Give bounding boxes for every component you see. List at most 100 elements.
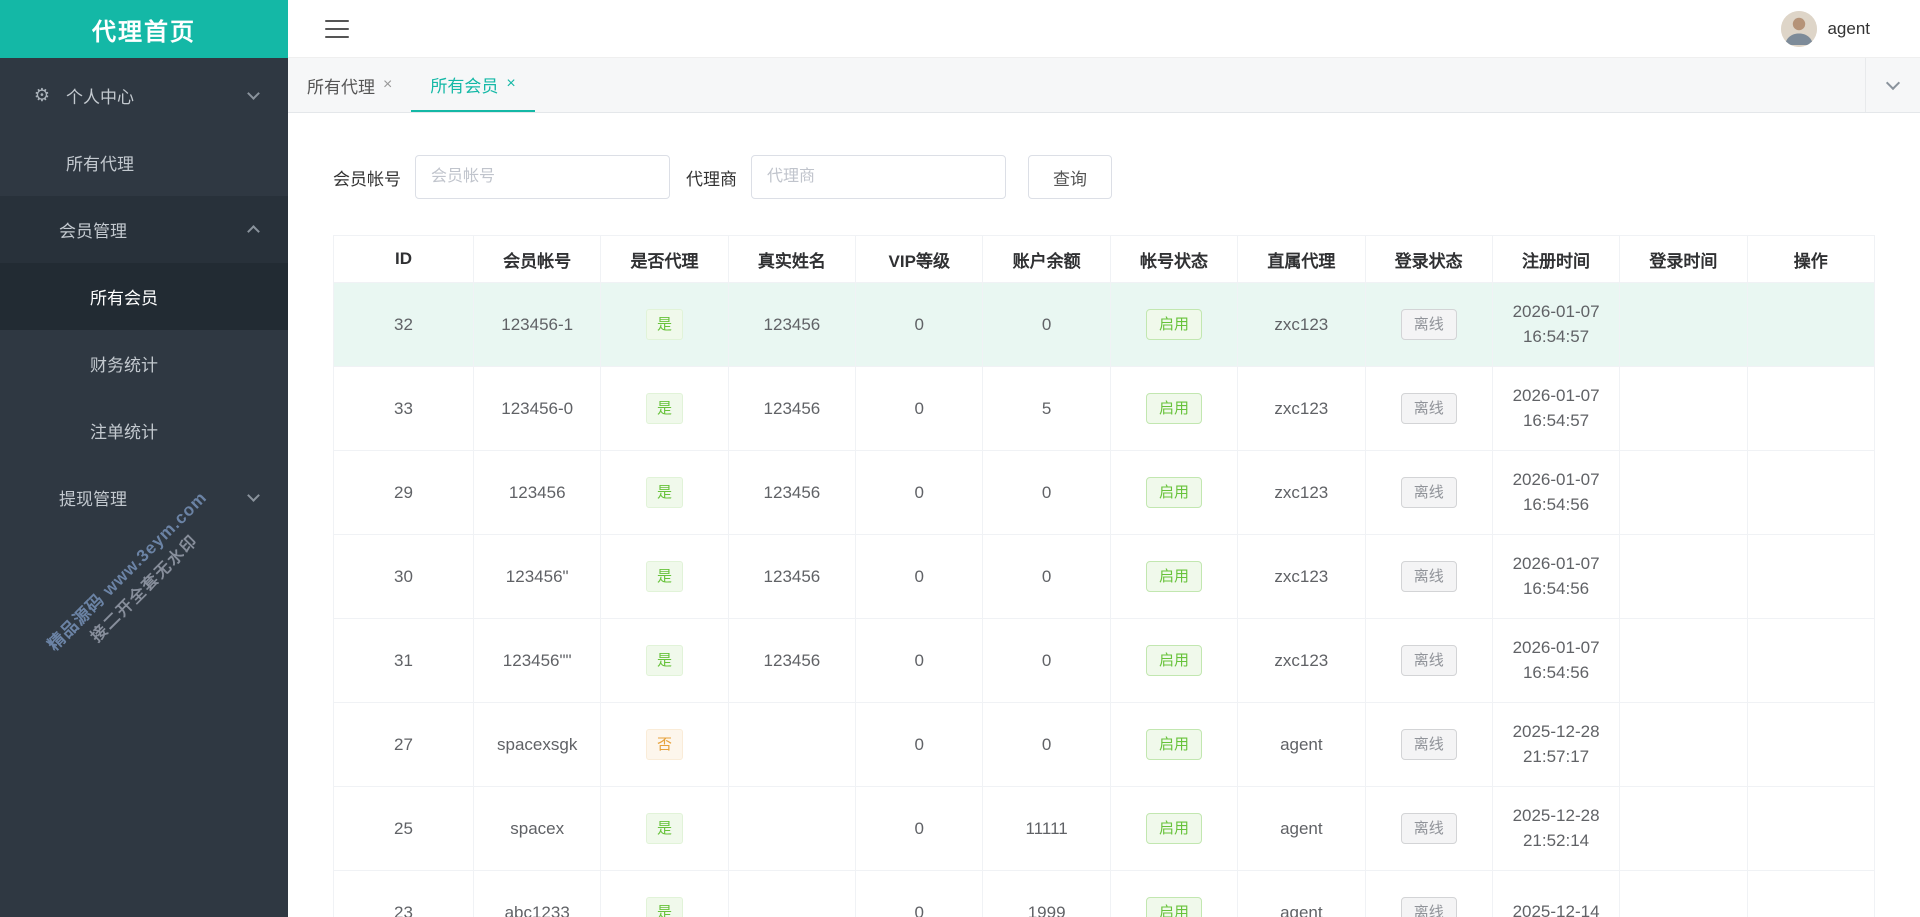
account-status-badge: 启用 (1146, 393, 1202, 425)
login-status-badge: 离线 (1401, 729, 1457, 761)
column-header: 会员帐号 (474, 236, 601, 283)
cell-account: spacexsgk (474, 703, 601, 787)
cell-login-status: 离线 (1365, 367, 1492, 451)
tab-all-agents[interactable]: 所有代理 × (288, 58, 411, 112)
cell-parent-agent: zxc123 (1238, 619, 1365, 703)
app-logo-title: 代理首页 (0, 0, 288, 58)
cell-login-time (1620, 367, 1747, 451)
cell-id: 33 (334, 367, 474, 451)
table-row[interactable]: 32123456-1是12345600启用zxc123离线2026-01-071… (334, 283, 1875, 367)
close-icon[interactable]: × (383, 76, 392, 94)
cell-actions (1747, 535, 1874, 619)
cell-id: 31 (334, 619, 474, 703)
sidebar-item-all-members[interactable]: 所有会员 (0, 263, 288, 330)
column-header: 账户余额 (983, 236, 1110, 283)
cell-login-time (1620, 535, 1747, 619)
member-table: ID会员帐号是否代理真实姓名VIP等级账户余额帐号状态直属代理登录状态注册时间登… (333, 235, 1875, 917)
sidebar-item-personal-center[interactable]: ⚙ 个人中心 (0, 62, 288, 129)
tab-label: 所有会员 (430, 72, 498, 97)
search-button[interactable]: 查询 (1028, 155, 1112, 199)
tab-bar: 所有代理 × 所有会员 × (288, 58, 1920, 113)
tabs-dropdown-button[interactable] (1865, 58, 1920, 112)
cell-real-name (728, 871, 855, 917)
cell-account: 123456"" (474, 619, 601, 703)
table-row[interactable]: 33123456-0是12345605启用zxc123离线2026-01-071… (334, 367, 1875, 451)
cell-login-status: 离线 (1365, 451, 1492, 535)
chevron-down-icon (247, 87, 260, 100)
table-row[interactable]: 25spacex是011111启用agent离线2025-12-2821:52:… (334, 787, 1875, 871)
main-area: agent 所有代理 × 所有会员 × 会员帐号 代理商 查询 (288, 0, 1920, 917)
is-agent-badge: 是 (646, 309, 683, 341)
sidebar-item-member-management[interactable]: 会员管理 (0, 196, 288, 263)
table-row[interactable]: 27spacexsgk否00启用agent离线2025-12-2821:57:1… (334, 703, 1875, 787)
cell-actions (1747, 787, 1874, 871)
cell-actions (1747, 703, 1874, 787)
login-status-badge: 离线 (1401, 645, 1457, 677)
cell-account: spacex (474, 787, 601, 871)
cell-real-name: 123456 (728, 367, 855, 451)
cell-register-time: 2026-01-0716:54:56 (1492, 619, 1619, 703)
table-row[interactable]: 31123456""是12345600启用zxc123离线2026-01-071… (334, 619, 1875, 703)
column-header: 登录状态 (1365, 236, 1492, 283)
cell-login-status: 离线 (1365, 787, 1492, 871)
login-status-badge: 离线 (1401, 477, 1457, 509)
cell-login-time (1620, 703, 1747, 787)
cell-id: 29 (334, 451, 474, 535)
sidebar-item-label: 个人中心 (66, 83, 134, 108)
account-status-badge: 启用 (1146, 561, 1202, 593)
sidebar-nav: ⚙ 个人中心 所有代理 会员管理 所有会员 财务统计 注单统计 提现管理 (0, 58, 288, 531)
sidebar-item-all-agents[interactable]: 所有代理 (0, 129, 288, 196)
sidebar: 代理首页 ⚙ 个人中心 所有代理 会员管理 所有会员 财务统计 注单统计 (0, 0, 288, 917)
cell-parent-agent: zxc123 (1238, 451, 1365, 535)
cell-account-status: 启用 (1110, 871, 1237, 917)
cell-real-name: 123456 (728, 619, 855, 703)
cell-account-status: 启用 (1110, 535, 1237, 619)
cell-login-status: 离线 (1365, 535, 1492, 619)
gear-icon: ⚙ (32, 86, 52, 106)
menu-toggle-icon[interactable] (325, 20, 349, 38)
cell-real-name: 123456 (728, 283, 855, 367)
cell-vip-level: 0 (856, 535, 983, 619)
cell-register-time: 2026-01-0716:54:57 (1492, 367, 1619, 451)
avatar[interactable] (1781, 11, 1817, 47)
cell-vip-level: 0 (856, 451, 983, 535)
cell-parent-agent: zxc123 (1238, 283, 1365, 367)
cell-actions (1747, 283, 1874, 367)
cell-account-status: 启用 (1110, 283, 1237, 367)
cell-account: abc1233 (474, 871, 601, 917)
cell-login-status: 离线 (1365, 283, 1492, 367)
column-header: 帐号状态 (1110, 236, 1237, 283)
cell-parent-agent: zxc123 (1238, 535, 1365, 619)
close-icon[interactable]: × (506, 75, 515, 93)
cell-id: 27 (334, 703, 474, 787)
app-root: 代理首页 ⚙ 个人中心 所有代理 会员管理 所有会员 财务统计 注单统计 (0, 0, 1920, 917)
cell-is-agent: 是 (601, 535, 728, 619)
cell-account-status: 启用 (1110, 619, 1237, 703)
sidebar-item-finance-stats[interactable]: 财务统计 (0, 330, 288, 397)
tab-all-members[interactable]: 所有会员 × (411, 58, 534, 112)
filter-bar: 会员帐号 代理商 查询 (333, 155, 1875, 199)
is-agent-badge: 是 (646, 477, 683, 509)
cell-vip-level: 0 (856, 787, 983, 871)
table-row[interactable]: 23abc1233是01999启用agent离线2025-12-14 (334, 871, 1875, 917)
cell-login-status: 离线 (1365, 871, 1492, 917)
cell-register-time: 2025-12-2821:57:17 (1492, 703, 1619, 787)
cell-vip-level: 0 (856, 871, 983, 917)
sidebar-item-withdraw-management[interactable]: 提现管理 (0, 464, 288, 531)
agent-input[interactable] (751, 155, 1006, 199)
cell-login-time (1620, 283, 1747, 367)
table-row[interactable]: 29123456是12345600启用zxc123离线2026-01-0716:… (334, 451, 1875, 535)
tab-label: 所有代理 (307, 73, 375, 98)
username-label: agent (1827, 19, 1870, 39)
table-row[interactable]: 30123456"是12345600启用zxc123离线2026-01-0716… (334, 535, 1875, 619)
login-status-badge: 离线 (1401, 393, 1457, 425)
user-menu[interactable]: agent (1781, 11, 1870, 47)
cell-vip-level: 0 (856, 367, 983, 451)
cell-real-name (728, 787, 855, 871)
sidebar-item-bet-stats[interactable]: 注单统计 (0, 397, 288, 464)
chevron-up-icon (247, 225, 260, 238)
cell-login-status: 离线 (1365, 619, 1492, 703)
login-status-badge: 离线 (1401, 309, 1457, 341)
member-account-input[interactable] (415, 155, 670, 199)
column-header: 是否代理 (601, 236, 728, 283)
